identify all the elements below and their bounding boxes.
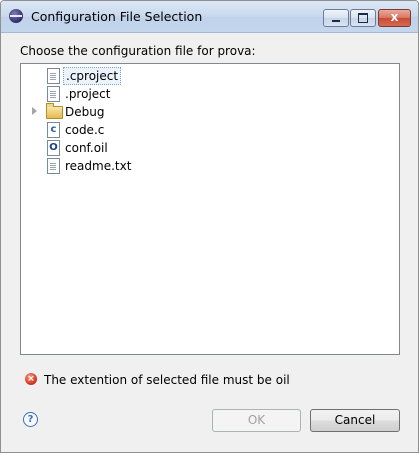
expand-arrow-icon[interactable] xyxy=(32,107,37,115)
cancel-button[interactable]: Cancel xyxy=(310,409,400,432)
ok-button[interactable]: OK xyxy=(212,409,301,432)
prompt-label: Choose the configuration file for prova: xyxy=(20,44,256,58)
maximize-button[interactable] xyxy=(350,9,376,27)
text-file-icon xyxy=(47,86,60,102)
close-button[interactable]: x xyxy=(378,9,411,27)
error-message: The extention of selected file must be o… xyxy=(44,373,290,387)
text-file-icon xyxy=(47,158,60,174)
tree-item-project[interactable]: .project xyxy=(21,85,397,103)
minimize-button[interactable] xyxy=(323,9,349,27)
minimize-icon xyxy=(332,20,340,22)
tree-item-conf-oil[interactable]: O conf.oil xyxy=(21,139,397,157)
window-title: Configuration File Selection xyxy=(31,9,203,24)
folder-icon xyxy=(46,103,63,119)
tree-item-cproject[interactable]: .cproject xyxy=(21,67,397,85)
tree-item-code-c[interactable]: c code.c xyxy=(21,121,397,139)
tree-item-label: .cproject xyxy=(63,67,122,85)
tree-item-label: conf.oil xyxy=(65,141,108,155)
error-icon: × xyxy=(25,373,37,385)
maximize-icon xyxy=(358,13,368,23)
dialog-window: Configuration File Selection x Choose th… xyxy=(0,0,419,453)
close-icon: x xyxy=(390,10,399,24)
tree-item-debug[interactable]: Debug xyxy=(21,103,397,121)
help-icon[interactable]: ? xyxy=(23,412,38,427)
tree-item-label: code.c xyxy=(65,123,105,137)
eclipse-app-icon xyxy=(9,9,23,23)
file-tree[interactable]: .cproject .project Debug c code.c O conf… xyxy=(20,63,400,355)
tree-item-label: Debug xyxy=(65,105,105,119)
text-file-icon xyxy=(47,68,60,84)
oil-file-icon: O xyxy=(47,140,60,156)
tree-item-readme[interactable]: readme.txt xyxy=(21,157,397,175)
tree-item-label: readme.txt xyxy=(65,159,132,173)
c-file-icon: c xyxy=(47,122,60,138)
tree-item-label: .project xyxy=(65,87,111,101)
title-bar[interactable]: Configuration File Selection x xyxy=(1,1,418,33)
